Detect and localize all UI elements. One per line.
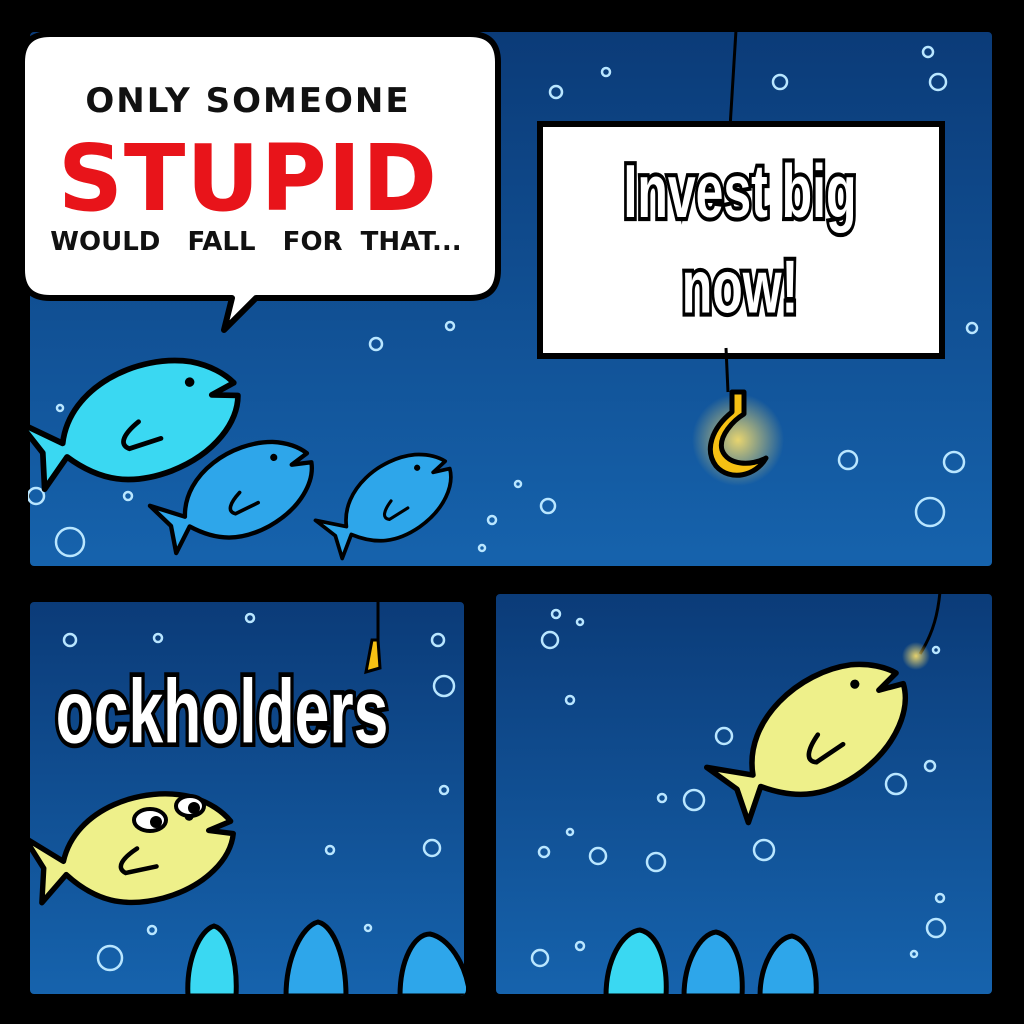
fish-peeking-right — [603, 927, 819, 996]
bait-sign-line1: Invest big — [624, 149, 857, 234]
comic-strip: Invest big now! ONLY SOMEONE STUPID WOUL… — [0, 28, 996, 998]
meme-canvas: Invest big now! ONLY SOMEONE STUPID WOUL… — [0, 0, 1024, 1024]
bait-sign-line2: now! — [682, 244, 798, 329]
bubble-line2: STUPID — [58, 125, 438, 232]
speech-bubble: ONLY SOMEONE STUPID WOULD FALL FOR THAT.… — [19, 31, 501, 333]
bottom-right-panel — [492, 590, 996, 998]
bubble-line3: WOULD FALL FOR THAT... — [50, 227, 461, 257]
bubble-line1: ONLY SOMEONE — [85, 81, 410, 121]
caption-text: ockholders — [56, 663, 388, 763]
bottom-left-panel: ockholders — [26, 598, 468, 998]
bait-sign: Invest big now! — [537, 121, 945, 359]
top-panel: Invest big now! ONLY SOMEONE STUPID WOUL… — [14, 28, 996, 574]
